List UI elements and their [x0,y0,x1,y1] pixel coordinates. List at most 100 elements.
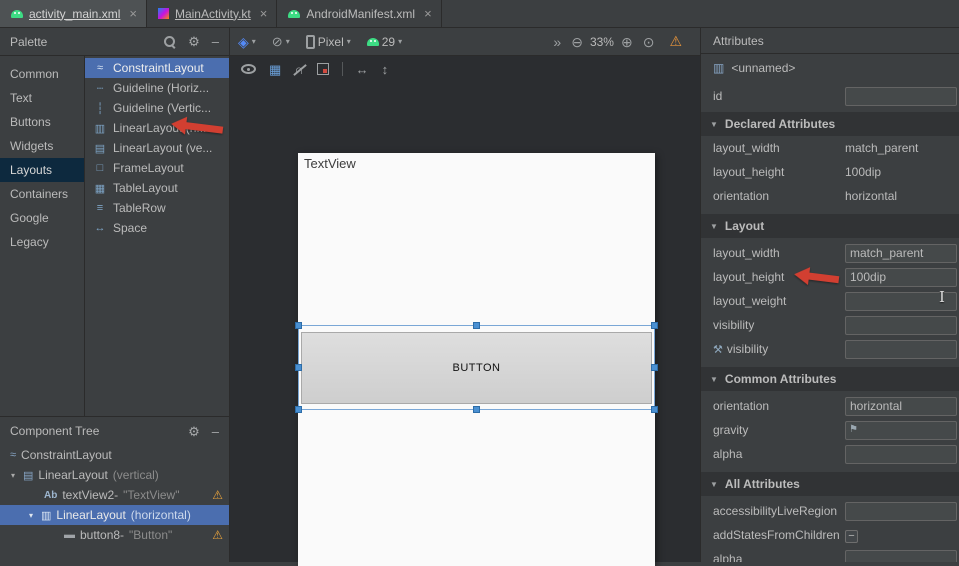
selection-handle[interactable] [295,322,302,329]
section-header-all-attributes[interactable]: ▼ All Attributes [701,472,959,496]
view-options-icon[interactable] [241,64,256,74]
tab-activity-main-xml[interactable]: activity_main.xml × [0,0,147,27]
selection-handle[interactable] [295,406,302,413]
linearlayout-vertical-icon: ▤ [93,142,107,155]
design-surface-selector[interactable]: ◈ ▾ [238,35,256,49]
attr-label: gravity [713,423,839,437]
tab-androidmanifest-xml[interactable]: AndroidManifest.xml × [277,0,441,27]
selection-handle[interactable] [473,322,480,329]
tree-item-linearlayout-horizontal[interactable]: ▾ ▥ LinearLayout (horizontal) [0,505,229,525]
tree-item-label: button8- [80,528,124,542]
gravity-input[interactable] [845,421,957,440]
android-icon [288,10,300,18]
category-buttons[interactable]: Buttons [0,110,84,134]
guideline-horizontal-icon: ┄ [93,82,107,95]
selection-handle[interactable] [295,364,302,371]
autoconnect-off-icon[interactable]: ∩ [294,63,303,76]
accessibilityliveregion-input[interactable] [845,502,957,521]
overflow-icon[interactable]: » [553,35,561,49]
tree-item-label: textView2- [62,488,118,502]
attr-label: layout_width [713,141,839,155]
alpha-input[interactable] [845,445,957,464]
selection-handle[interactable] [651,322,658,329]
section-header-layout[interactable]: ▼ Layout [701,214,959,238]
orientation-input[interactable] [845,397,957,416]
gear-icon[interactable]: ⚙ [188,425,200,438]
device-canvas[interactable]: TextView BUTTON [298,153,655,566]
textview-icon: Ab [44,490,57,501]
layout-width-input[interactable] [845,244,957,263]
expand-arrow-icon[interactable]: ▾ [26,511,36,520]
api-level-selector[interactable]: 29 ▾ [367,35,402,49]
zoom-fit-icon[interactable]: ⊙ [643,35,655,49]
tools-visibility-input[interactable] [845,340,957,359]
default-margins-icon[interactable] [317,63,329,75]
addstatesfromchildren-checkbox[interactable]: − [845,530,858,543]
zoom-in-icon[interactable]: ⊕ [621,35,633,49]
gear-icon[interactable]: ⚙ [188,35,200,48]
device-selector[interactable]: Pixel ▾ [306,35,351,49]
tree-item-textview2[interactable]: Ab textView2- "TextView" ⚠ [0,485,229,505]
component-framelayout[interactable]: □ FrameLayout [85,158,229,178]
minimize-icon[interactable]: ‒ [212,35,219,48]
warning-icon[interactable]: ⚠ [212,488,223,502]
tree-item-label: LinearLayout [56,508,125,522]
category-widgets[interactable]: Widgets [0,134,84,158]
canvas-textview[interactable]: TextView [304,156,356,171]
search-icon[interactable] [164,36,176,48]
component-guideline-vertical[interactable]: ┆ Guideline (Vertic... [85,98,229,118]
component-linearlayout-vertical[interactable]: ▤ LinearLayout (ve... [85,138,229,158]
selection-handle[interactable] [651,406,658,413]
section-header-common-attributes[interactable]: ▼ Common Attributes [701,367,959,391]
component-space[interactable]: ↔ Space [85,218,229,238]
canvas-button[interactable]: BUTTON [301,332,652,404]
attr-row-addstatesfromchildren: addStatesFromChildren − [701,523,959,547]
framelayout-icon: □ [93,162,107,174]
section-header-declared-attributes[interactable]: ▼ Declared Attributes [701,112,959,136]
device-label: Pixel [318,35,344,49]
zoom-out-icon[interactable]: ⊖ [571,35,583,49]
category-legacy[interactable]: Legacy [0,230,84,254]
category-label: Legacy [10,235,49,249]
component-tablelayout[interactable]: ▦ TableLayout [85,178,229,198]
component-tablerow[interactable]: ≡ TableRow [85,198,229,218]
selected-linearlayout[interactable]: BUTTON [298,325,655,410]
blueprint-grid-icon[interactable]: ▦ [269,63,281,76]
section-title: Common Attributes [725,372,837,386]
orientation-selector[interactable]: ⊘ ▾ [272,35,290,48]
attr-label: accessibilityLiveRegion [713,504,839,518]
distribute-vertical-icon[interactable]: ↕ [382,63,389,76]
warning-icon[interactable]: ⚠ [669,33,682,50]
minimize-icon[interactable]: ‒ [212,425,219,438]
category-text[interactable]: Text [0,86,84,110]
selection-handle[interactable] [473,406,480,413]
category-common[interactable]: Common [0,62,84,86]
constraintlayout-icon: ≈ [93,62,107,74]
zoom-level: 33% [590,35,614,49]
category-containers[interactable]: Containers [0,182,84,206]
selection-handle[interactable] [651,364,658,371]
tab-mainactivity-kt[interactable]: MainActivity.kt × [147,0,277,27]
component-guideline-horizontal[interactable]: ┄ Guideline (Horiz... [85,78,229,98]
id-input[interactable] [845,87,957,106]
tree-item-constraintlayout[interactable]: ≈ ConstraintLayout [0,445,229,465]
visibility-input[interactable] [845,316,957,335]
expand-arrow-icon[interactable]: ▾ [8,471,18,480]
attr-value: match_parent [845,141,957,155]
attr-label: alpha [713,447,839,461]
category-layouts[interactable]: Layouts [0,158,84,182]
alpha-input[interactable] [845,550,957,563]
distribute-horizontal-icon[interactable]: ↔ [356,63,369,76]
close-icon[interactable]: × [129,7,137,20]
component-constraintlayout[interactable]: ≈ ConstraintLayout [85,58,229,78]
tree-item-button8[interactable]: ▬ button8- "Button" ⚠ [0,525,229,545]
category-google[interactable]: Google [0,206,84,230]
close-icon[interactable]: × [260,7,268,20]
warning-icon[interactable]: ⚠ [212,528,223,542]
layout-height-input[interactable] [845,268,957,287]
close-icon[interactable]: × [424,7,432,20]
attr-label: layout_height [713,165,839,179]
tablelayout-icon: ▦ [93,182,107,195]
tree-item-linearlayout-vertical[interactable]: ▾ ▤ LinearLayout (vertical) [0,465,229,485]
collapse-icon: ▼ [710,222,718,231]
